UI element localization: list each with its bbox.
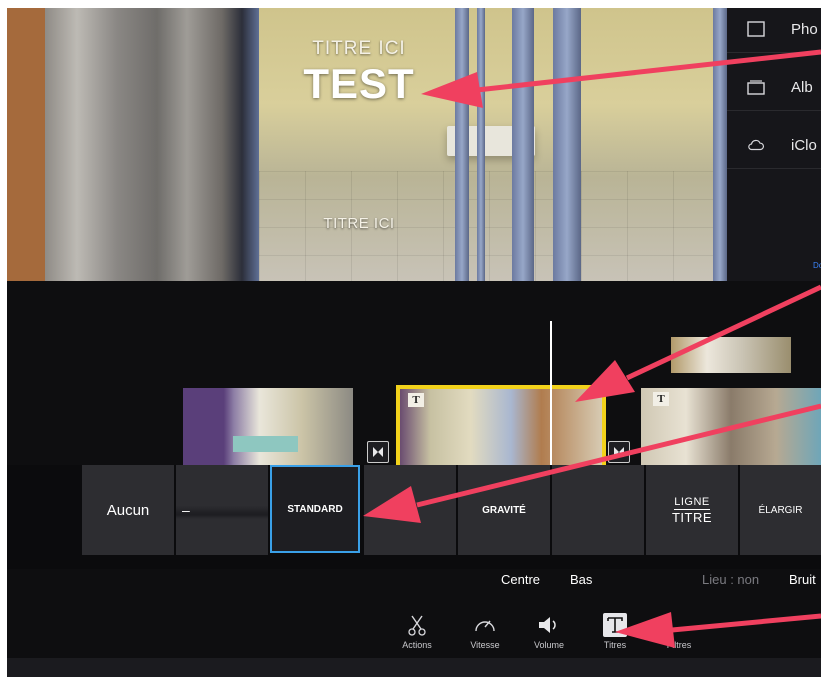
annotation-arrow [421, 49, 821, 108]
annotation-arrows [363, 49, 821, 648]
annotation-arrow [575, 284, 821, 402]
annotation-arrow [363, 403, 821, 523]
annotation-arrow [615, 612, 821, 648]
imovie-editor: TITRE ICI TEST TITRE ICI Pho Alb iClo Do [7, 8, 821, 677]
